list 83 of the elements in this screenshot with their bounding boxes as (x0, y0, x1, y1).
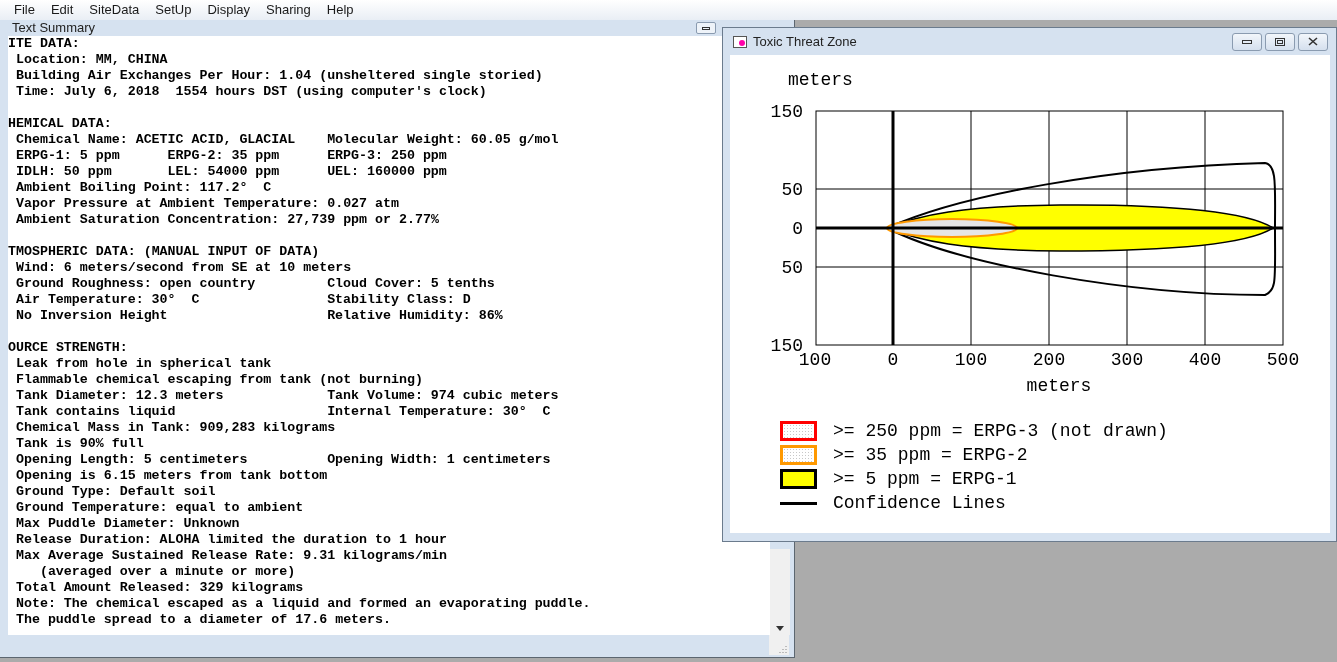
summary-text: Ground Temperature: equal to ambient (15, 500, 304, 515)
summary-text: ERPG-2: 35 ppm (167, 148, 280, 163)
summary-text: Tank Volume: 974 cubic meters (327, 388, 559, 403)
summary-text: Tank contains liquid (15, 404, 176, 419)
minimize-icon (1242, 39, 1252, 44)
menu-item[interactable]: Edit (42, 0, 82, 20)
summary-text: Opening Width: 1 centimeters (327, 452, 551, 467)
summary-text: Tank Diameter: 12.3 meters (15, 388, 224, 403)
tick-label: 300 (1110, 350, 1144, 370)
summary-text: Molecular Weight: 60.05 g/mol (327, 132, 559, 147)
scroll-down-icon[interactable] (776, 626, 784, 631)
summary-text: Chemical Name: ACETIC ACID, GLACIAL (15, 132, 296, 147)
menu-item[interactable]: Sharing (258, 0, 319, 20)
summary-text: Ambient Saturation Concentration: 27,739 ppm or 2.77% (15, 212, 439, 227)
axis-label: meters (788, 70, 853, 90)
tick-label: 400 (1188, 350, 1222, 370)
section-heading: ITE DATA: (8, 36, 80, 51)
summary-text: IDLH: 50 ppm (15, 164, 112, 179)
summary-text: Ambient Boiling Point: 117.2° C (15, 180, 272, 195)
summary-text: Leak from hole in spherical tank (15, 356, 272, 371)
tick-label: 500 (1266, 350, 1300, 370)
menu-item[interactable]: SetUp (147, 0, 200, 20)
maximize-button[interactable] (1265, 32, 1295, 51)
tick-label: 100 (954, 350, 988, 370)
summary-text: UEL: 160000 ppm (327, 164, 447, 179)
summary-text: Internal Temperature: 30° C (327, 404, 551, 419)
tick-label: 200 (1032, 350, 1066, 370)
summary-text: Stability Class: D (327, 292, 471, 307)
section-heading: TMOSPHERIC DATA: (MANUAL INPUT OF DATA) (8, 244, 320, 259)
summary-text: Max Puddle Diameter: Unknown (15, 516, 240, 531)
summary-text: Ground Type: Default soil (15, 484, 216, 499)
summary-text: Location: MM, CHINA (15, 52, 168, 67)
summary-text: Time: July 6, 2018 1554 hours DST (using computer's clock) (15, 84, 487, 99)
close-button[interactable] (1298, 32, 1328, 51)
summary-text: The puddle spread to a diameter of 17.6 meters. (15, 612, 391, 627)
minimize-icon (702, 26, 710, 30)
summary-text: Release Duration: ALOHA limited the duration to 1 hour (15, 532, 447, 547)
summary-text: LEL: 54000 ppm (167, 164, 280, 179)
summary-text: (averaged over a minute or more) (39, 564, 296, 579)
legend-label: >= 5 ppm = ERPG-1 (833, 469, 1017, 489)
summary-text: Chemical Mass in Tank: 909,283 kilograms (15, 420, 336, 435)
size-grip-icon[interactable] (779, 645, 787, 653)
summary-text: Air Temperature: 30° C (15, 292, 200, 307)
summary-text: Note: The chemical escaped as a liquid and formed an evaporating puddle. (15, 596, 591, 611)
tick-label: 50 (781, 180, 803, 200)
summary-text: Vapor Pressure at Ambient Temperature: 0.027 atm (15, 196, 399, 211)
close-icon (1308, 37, 1318, 46)
summary-text: Total Amount Released: 329 kilograms (15, 580, 304, 595)
tick-label: 0 (792, 219, 803, 239)
minimize-button[interactable] (696, 22, 716, 34)
summary-text: Building Air Exchanges Per Hour: 1.04 (unsheltered single storied) (15, 68, 543, 83)
summary-text: Max Average Sustained Release Rate: 9.31 kilograms/min (15, 548, 447, 563)
legend-label: >= 250 ppm = ERPG-3 (not drawn) (833, 421, 1168, 441)
summary-text: No Inversion Height (15, 308, 168, 323)
window-title: Text Summary (12, 21, 96, 35)
section-heading: HEMICAL DATA: (8, 116, 112, 131)
summary-text: Cloud Cover: 5 tenths (327, 276, 495, 291)
summary-text: Tank is 90% full (15, 436, 144, 451)
tick-label: 0 (887, 350, 899, 370)
summary-text: Opening Length: 5 centimeters (15, 452, 248, 467)
section-heading: OURCE STRENGTH: (8, 340, 128, 355)
summary-text: Wind: 6 meters/second from SE at 10 meters (15, 260, 352, 275)
summary-text: Opening is 6.15 meters from tank bottom (15, 468, 328, 483)
legend-label: Confidence Lines (833, 493, 1006, 513)
menu-item[interactable]: SiteData (81, 0, 148, 20)
minimize-button[interactable] (1232, 32, 1262, 51)
app-icon (733, 35, 747, 48)
summary-text: Relative Humidity: 86% (327, 308, 503, 323)
menu-item[interactable]: Display (199, 0, 258, 20)
menu-item[interactable]: Help (318, 0, 362, 20)
legend-label: >= 35 ppm = ERPG-2 (833, 445, 1028, 465)
vertical-scrollbar[interactable] (770, 549, 790, 635)
menu-item[interactable]: File (6, 0, 43, 20)
summary-text: ERPG-1: 5 ppm (15, 148, 120, 163)
tick-label: 50 (781, 258, 803, 278)
window-title: Toxic Threat Zone (753, 32, 857, 51)
axis-label: meters (1026, 376, 1092, 395)
tick-label: 150 (770, 102, 803, 122)
summary-text: ERPG-3: 250 ppm (327, 148, 447, 163)
summary-text: Flammable chemical escaping from tank (not burning) (15, 372, 423, 387)
summary-text: Ground Roughness: open country (15, 276, 256, 291)
tick-label: 100 (798, 350, 832, 370)
maximize-icon (1275, 37, 1285, 46)
